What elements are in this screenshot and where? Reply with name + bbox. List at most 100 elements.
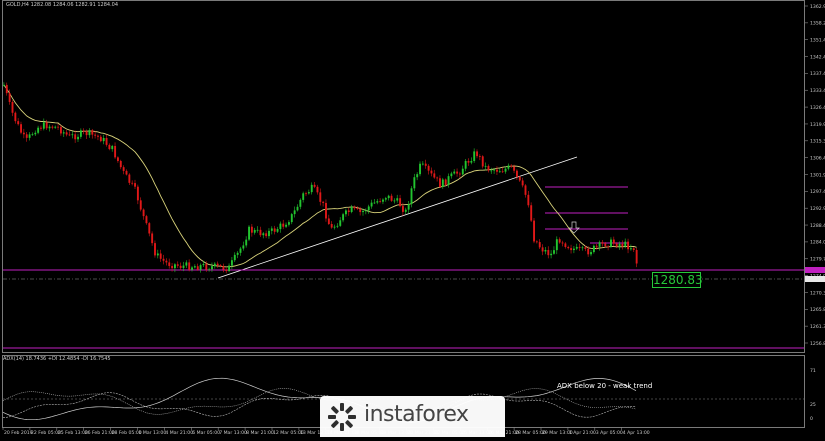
price-tick-label: 1326.40	[810, 105, 825, 111]
moving-average-line	[3, 84, 637, 268]
price-tick-label: 1342.40	[810, 54, 825, 60]
bull-candle	[441, 179, 444, 188]
bull-candle	[239, 248, 242, 253]
price-tick-label: 1333.40	[810, 88, 825, 94]
bull-candle	[610, 239, 612, 247]
bull-candle	[193, 266, 196, 268]
bull-candle	[185, 262, 188, 266]
bull-candle	[581, 247, 584, 249]
bear-candle	[154, 243, 156, 256]
current-price-axis-marker	[805, 276, 825, 282]
support-axis-marker	[805, 267, 825, 273]
bull-candle	[3, 84, 5, 86]
bull-candle	[256, 229, 259, 231]
bear-candle	[501, 171, 504, 173]
bear-candle	[612, 239, 615, 244]
bear-candle	[561, 242, 564, 244]
bear-candle	[131, 182, 134, 184]
current-price-tag[interactable]: 1280.83	[652, 272, 703, 288]
bull-candle	[419, 163, 421, 175]
bear-candle	[439, 178, 441, 188]
price-tick-label: 1284.04	[810, 240, 825, 246]
bear-candle	[5, 84, 8, 94]
bull-candle	[387, 195, 390, 199]
bear-candle	[390, 195, 393, 201]
bear-candle	[148, 223, 151, 234]
bear-candle	[165, 260, 168, 263]
bull-candle	[245, 239, 248, 246]
bull-candle	[364, 210, 367, 212]
bull-candle	[191, 267, 193, 270]
bull-candle	[279, 223, 282, 230]
bear-candle	[518, 176, 521, 181]
indicator-label: ADX(14) 18.7436 +DI 12.4854 -DI 16.7545	[3, 356, 111, 362]
bull-candle	[253, 229, 256, 233]
bear-candle	[319, 192, 322, 202]
bull-candle	[37, 127, 40, 133]
bull-candle	[182, 265, 185, 268]
bear-candle	[316, 186, 319, 193]
bear-candle	[487, 165, 490, 171]
price-tick-label: 1351.40	[810, 38, 825, 44]
bear-candle	[632, 248, 635, 250]
bull-candle	[248, 226, 250, 240]
bear-candle	[399, 198, 402, 207]
price-chart[interactable]: 1362.95 1358.20 1351.40 1342.40 1337.45 1333.…	[0, 0, 825, 437]
bear-candle	[305, 193, 307, 195]
bear-candle	[402, 206, 404, 212]
bull-candle	[79, 130, 82, 137]
bull-candle	[407, 204, 410, 210]
bull-candle	[555, 239, 558, 251]
price-tick-label: 1256.80	[810, 341, 825, 347]
bear-candle	[627, 241, 630, 250]
bear-candle	[570, 248, 573, 251]
bear-candle	[196, 266, 199, 270]
time-tick-label: 8 Mar 21:00	[246, 430, 274, 436]
bear-candle	[476, 151, 478, 157]
bear-candle	[521, 180, 524, 186]
bear-candle	[516, 170, 518, 177]
instaforex-watermark: instaforex	[320, 396, 505, 437]
bull-candle	[34, 132, 37, 135]
bear-candle	[433, 173, 436, 178]
bear-candle	[125, 170, 128, 175]
bear-candle	[145, 216, 148, 224]
bull-candle	[461, 168, 464, 175]
bull-candle	[54, 126, 57, 128]
bear-candle	[538, 242, 541, 248]
time-tick-label: 28 Feb 05:00	[112, 430, 142, 436]
bear-candle	[356, 208, 359, 210]
bear-candle	[168, 262, 171, 266]
bull-candle	[490, 170, 493, 172]
bear-candle	[524, 185, 527, 195]
bear-candle	[530, 205, 533, 221]
bull-candle	[174, 264, 176, 269]
bull-candle	[447, 176, 450, 185]
bull-candle	[77, 136, 79, 140]
bull-candle	[236, 252, 239, 255]
bear-candle	[45, 122, 48, 129]
symbol-label: GOLD,H4 1282.08 1284.06 1282.91 1284.04	[6, 2, 119, 8]
bull-candle	[242, 245, 245, 249]
bull-candle	[48, 126, 51, 129]
bull-candle	[416, 174, 419, 178]
bull-candle	[350, 206, 353, 212]
bull-candle	[367, 206, 370, 211]
time-tick-label: 1 Apr 21:00	[569, 430, 596, 436]
bull-candle	[288, 222, 290, 225]
bear-candle	[635, 249, 638, 264]
price-tick-label: 1270.30	[810, 290, 825, 296]
trend-line[interactable]	[217, 156, 578, 279]
price-tick-label: 1315.30	[810, 139, 825, 145]
bull-candle	[470, 161, 473, 163]
price-tick-label: 1358.20	[810, 21, 825, 27]
bear-candle	[456, 171, 459, 174]
bull-candle	[88, 130, 91, 136]
chart-window[interactable]: 1362.95 1358.20 1351.40 1342.40 1337.45 1333.…	[0, 0, 825, 437]
price-tick-label: 1292.90	[810, 206, 825, 212]
bear-candle	[250, 226, 253, 233]
price-tick-label: 1306.40	[810, 155, 825, 161]
bear-candle	[20, 124, 22, 133]
price-tick-label: 1337.45	[810, 71, 825, 77]
main-panel-frame	[2, 0, 805, 353]
